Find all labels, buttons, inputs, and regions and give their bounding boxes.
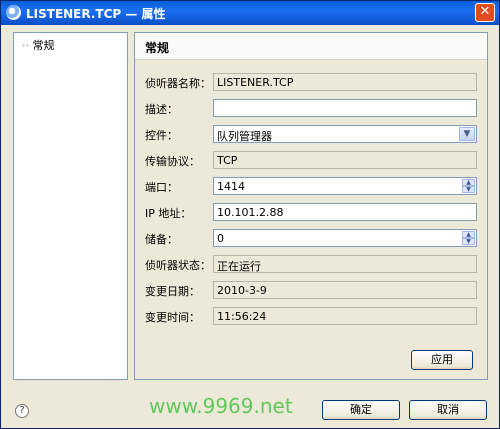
field-label: 描述： bbox=[145, 103, 178, 116]
port-spin-buttons: ▲ ▼ bbox=[462, 179, 475, 193]
spin-up-icon[interactable]: ▲ bbox=[462, 231, 475, 238]
field-label: IP 地址： bbox=[145, 207, 192, 220]
description-input[interactable] bbox=[213, 99, 477, 117]
field-value: LISTENER.TCP bbox=[217, 76, 294, 89]
field-label: 变更日期： bbox=[145, 285, 200, 298]
title-bar[interactable]: LISTENER.TCP — 属性 ✕ bbox=[1, 1, 499, 25]
ok-button[interactable]: 确定 bbox=[322, 400, 400, 420]
change-time-field: 11:56:24 bbox=[213, 307, 477, 325]
panel-title: 常规 bbox=[145, 41, 170, 55]
field-description: 描述： bbox=[145, 99, 485, 117]
spin-up-icon[interactable]: ▲ bbox=[462, 179, 475, 186]
watermark: www.9969.net bbox=[149, 394, 293, 418]
close-button[interactable]: ✕ bbox=[475, 3, 495, 22]
field-value: TCP bbox=[217, 154, 238, 167]
field-change-date: 变更日期： 2010-3-9 bbox=[145, 281, 485, 299]
control-select[interactable]: 队列管理器 ▼ bbox=[213, 125, 477, 143]
field-label: 储备： bbox=[145, 233, 178, 246]
field-control: 控件： 队列管理器 ▼ bbox=[145, 125, 485, 143]
general-panel: 常规 侦听器名称： LISTENER.TCP 描述： 控件： 队列管理器 ▼ 传… bbox=[134, 32, 488, 380]
tree-item-general[interactable]: ·· 常规 bbox=[22, 37, 55, 53]
change-date-field: 2010-3-9 bbox=[213, 281, 477, 299]
field-value: 1414 bbox=[217, 180, 245, 193]
tree-branch-line: ·· bbox=[22, 39, 29, 52]
field-ip-address: IP 地址： 10.101.2.88 bbox=[145, 203, 485, 221]
listener-status-field: 正在运行 bbox=[213, 255, 477, 273]
window-title: LISTENER.TCP — 属性 bbox=[26, 7, 166, 21]
transport-protocol-field: TCP bbox=[213, 151, 477, 169]
field-value: 10.101.2.88 bbox=[217, 206, 284, 219]
panel-heading: 常规 bbox=[135, 33, 487, 60]
spin-down-icon[interactable]: ▼ bbox=[462, 186, 475, 193]
field-label: 变更时间： bbox=[145, 311, 200, 324]
field-change-time: 变更时间： 11:56:24 bbox=[145, 307, 485, 325]
app-icon bbox=[6, 5, 21, 20]
field-label: 端口： bbox=[145, 181, 178, 194]
ip-address-input[interactable]: 10.101.2.88 bbox=[213, 203, 477, 221]
chevron-down-icon[interactable]: ▼ bbox=[459, 127, 475, 141]
field-value: 0 bbox=[217, 232, 224, 245]
field-value: 正在运行 bbox=[217, 260, 261, 273]
field-value: 2010-3-9 bbox=[217, 284, 267, 297]
properties-dialog: LISTENER.TCP — 属性 ✕ ·· 常规 常规 侦听器名称： LIST… bbox=[0, 0, 500, 429]
field-label: 侦听器状态： bbox=[145, 259, 211, 272]
port-stepper[interactable]: 1414 ▲ ▼ bbox=[213, 177, 477, 195]
field-value: 队列管理器 bbox=[217, 130, 272, 143]
tree-item-label: 常规 bbox=[32, 39, 55, 52]
field-listener-name: 侦听器名称： LISTENER.TCP bbox=[145, 73, 485, 91]
category-tree: ·· 常规 bbox=[13, 32, 128, 380]
help-icon[interactable]: ? bbox=[15, 404, 29, 418]
backlog-spin-buttons: ▲ ▼ bbox=[462, 231, 475, 245]
field-label: 传输协议： bbox=[145, 155, 200, 168]
field-value: 11:56:24 bbox=[217, 310, 267, 323]
apply-button[interactable]: 应用 bbox=[411, 350, 473, 370]
backlog-stepper[interactable]: 0 ▲ ▼ bbox=[213, 229, 477, 247]
field-label: 侦听器名称： bbox=[145, 77, 211, 90]
field-backlog: 储备： 0 ▲ ▼ bbox=[145, 229, 485, 247]
listener-name-field: LISTENER.TCP bbox=[213, 73, 477, 91]
spin-down-icon[interactable]: ▼ bbox=[462, 238, 475, 245]
field-port: 端口： 1414 ▲ ▼ bbox=[145, 177, 485, 195]
field-label: 控件： bbox=[145, 129, 178, 142]
cancel-button[interactable]: 取消 bbox=[409, 400, 487, 420]
field-transport-protocol: 传输协议： TCP bbox=[145, 151, 485, 169]
field-listener-status: 侦听器状态： 正在运行 bbox=[145, 255, 485, 273]
